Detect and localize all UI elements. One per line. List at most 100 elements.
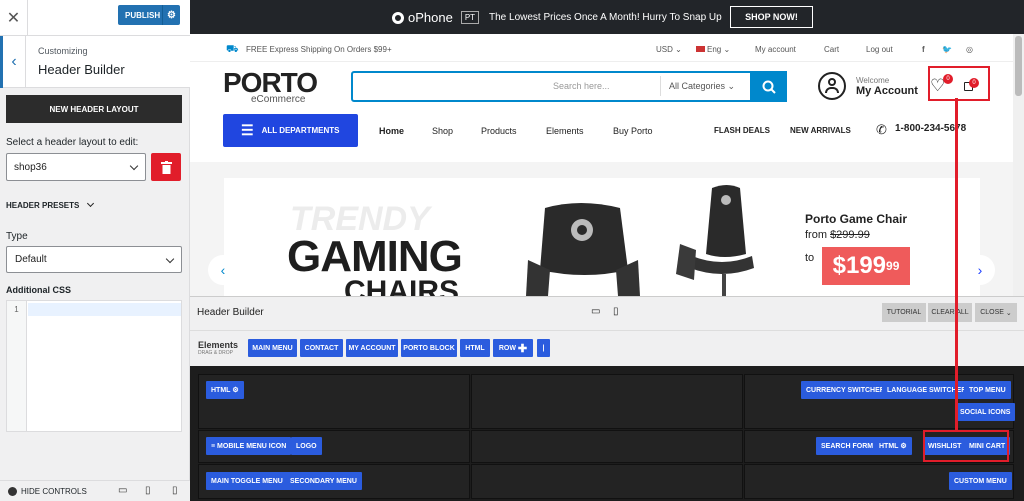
element-row-label: ROW [498, 344, 516, 352]
nav-item-home[interactable]: Home [379, 126, 404, 136]
nav-item-products[interactable]: Products [481, 126, 517, 136]
search-icon [762, 80, 776, 94]
builder-item-currency-switcher[interactable]: CURRENCY SWITCHER [801, 381, 890, 399]
language-value: Eng [707, 45, 722, 54]
search-button[interactable] [750, 71, 787, 102]
customizing-label: Customizing [38, 46, 88, 56]
elements-label: Elements [198, 340, 239, 350]
delete-layout-button[interactable] [151, 153, 181, 181]
cart-link[interactable]: Cart [824, 45, 839, 54]
builder-item-secondary-menu[interactable]: SECONDARY MENU [285, 472, 362, 490]
element-main-menu[interactable]: MAIN MENU [248, 339, 297, 357]
line-number: 1 [7, 301, 27, 431]
desktop-preview-icon[interactable]: ▭ [118, 485, 127, 496]
menu-icon: ≡ [211, 442, 216, 450]
slider-next-icon[interactable]: › [965, 255, 995, 285]
logout-link[interactable]: Log out [866, 45, 893, 54]
currency-value: USD [656, 45, 673, 54]
builder-item-top-menu[interactable]: TOP MENU [964, 381, 1011, 399]
active-line [28, 303, 181, 316]
my-account-label[interactable]: My Account [856, 85, 918, 97]
instagram-icon[interactable]: ◎ [966, 45, 973, 54]
close-icon[interactable]: ✕ [0, 0, 28, 36]
category-select[interactable]: All Categories ⌄ [669, 81, 735, 92]
hide-controls-icon [8, 487, 17, 496]
annotation-line [955, 98, 958, 431]
element-row[interactable]: ROW ✚ [493, 339, 533, 357]
back-chevron-icon[interactable]: ‹ [0, 36, 26, 88]
builder-item-html-2[interactable]: HTML ⚙ [874, 437, 912, 455]
new-header-layout-button[interactable]: NEW HEADER LAYOUT [6, 95, 182, 123]
css-editor[interactable]: 1 [6, 300, 182, 432]
clear-all-button[interactable]: CLEAR ALL [928, 303, 972, 322]
header-presets-toggle[interactable]: HEADER PRESETS [6, 199, 94, 210]
to-label: to [805, 252, 815, 264]
nav-item-buy-porto[interactable]: Buy Porto [613, 126, 653, 136]
hide-controls-button[interactable]: HIDE CONTROLS [8, 487, 87, 496]
language-switcher[interactable]: Eng ⌄ [696, 45, 730, 54]
logo-subtitle: eCommerce [251, 94, 306, 105]
row1-center-cell[interactable] [471, 374, 743, 429]
nav-item-elements[interactable]: Elements [546, 126, 584, 136]
drag-drop-label: DRAG & DROP [198, 350, 234, 356]
search-input[interactable]: Search here... [553, 81, 610, 91]
tablet-view-icon[interactable]: ▯ [613, 306, 619, 317]
currency-switcher[interactable]: USD ⌄ [656, 45, 682, 54]
builder-item-main-toggle-menu[interactable]: MAIN TOGGLE MENU [206, 472, 288, 490]
element-html[interactable]: HTML [460, 339, 490, 357]
flash-deals-link[interactable]: FLASH DEALS [714, 126, 770, 135]
element-divider[interactable]: | [537, 339, 550, 357]
my-account-link[interactable]: My account [755, 45, 796, 54]
from-label: from [805, 229, 827, 241]
chevron-down-icon: ⌄ [727, 81, 736, 91]
chevron-down-icon [129, 161, 139, 171]
publish-button[interactable]: PUBLISH ⚙ [118, 5, 180, 25]
all-departments-button[interactable]: ☰ ALL DEPARTMENTS [223, 114, 358, 147]
element-my-account[interactable]: MY ACCOUNT [346, 339, 398, 357]
tablet-preview-icon[interactable]: ▯ [145, 485, 151, 496]
category-value: All Categories [669, 81, 726, 91]
product-name: Porto Game Chair [805, 212, 908, 226]
mobile-preview-icon[interactable]: ▯ [172, 485, 178, 496]
item-label: HTML [211, 386, 231, 394]
user-icon[interactable] [818, 72, 846, 100]
row2-center-cell[interactable] [471, 430, 743, 463]
builder-item-search-form[interactable]: SEARCH FORM [816, 437, 879, 455]
scrollbar-thumb[interactable] [1015, 36, 1022, 96]
desktop-view-icon[interactable]: ▭ [591, 306, 600, 317]
element-contact[interactable]: CONTACT [300, 339, 343, 357]
close-builder-button[interactable]: CLOSE ⌄ [975, 303, 1017, 322]
trash-icon [160, 160, 172, 174]
flag-icon [696, 46, 705, 52]
section-title: Header Builder [38, 62, 125, 77]
builder-item-social-icons[interactable]: SOCIAL ICONS [955, 403, 1016, 421]
twitter-icon[interactable]: 🐦 [942, 45, 952, 54]
builder-item-custom-menu[interactable]: CUSTOM MENU [949, 472, 1012, 490]
builder-item-html[interactable]: HTML ⚙ [206, 381, 244, 399]
shop-now-button[interactable]: SHOP NOW! [730, 6, 813, 28]
gear-icon[interactable]: ⚙ [900, 442, 906, 450]
gear-icon[interactable]: ⚙ [232, 386, 238, 394]
publish-label: PUBLISH [125, 10, 161, 20]
chevron-down-icon [86, 199, 94, 208]
layout-select-value: shop36 [14, 161, 47, 173]
slider-prev-icon[interactable]: ‹ [208, 255, 238, 285]
element-porto-block[interactable]: PORTO BLOCK [401, 339, 457, 357]
sale-price-value: $199 [832, 252, 887, 279]
layout-select[interactable]: shop36 [6, 153, 146, 181]
ophone-logo-icon [392, 11, 404, 24]
type-select[interactable]: Default [6, 246, 182, 273]
nav-item-shop[interactable]: Shop [432, 126, 453, 136]
builder-item-mobile-menu-icon[interactable]: ≡ MOBILE MENU ICON [206, 437, 292, 455]
header-presets-label: HEADER PRESETS [6, 201, 80, 210]
new-arrivals-link[interactable]: NEW ARRIVALS [790, 126, 851, 135]
chevron-down-icon: ⌄ [1005, 309, 1012, 317]
tutorial-button[interactable]: TUTORIAL [882, 303, 926, 322]
builder-item-logo[interactable]: LOGO [291, 437, 322, 455]
facebook-icon[interactable]: f [922, 45, 925, 54]
gear-icon[interactable]: ⚙ [162, 5, 180, 25]
brand-tag: PT [460, 11, 480, 24]
row3-center-cell[interactable] [471, 464, 743, 499]
menu-icon: ☰ [241, 122, 254, 138]
welcome-text: Welcome [856, 76, 890, 85]
